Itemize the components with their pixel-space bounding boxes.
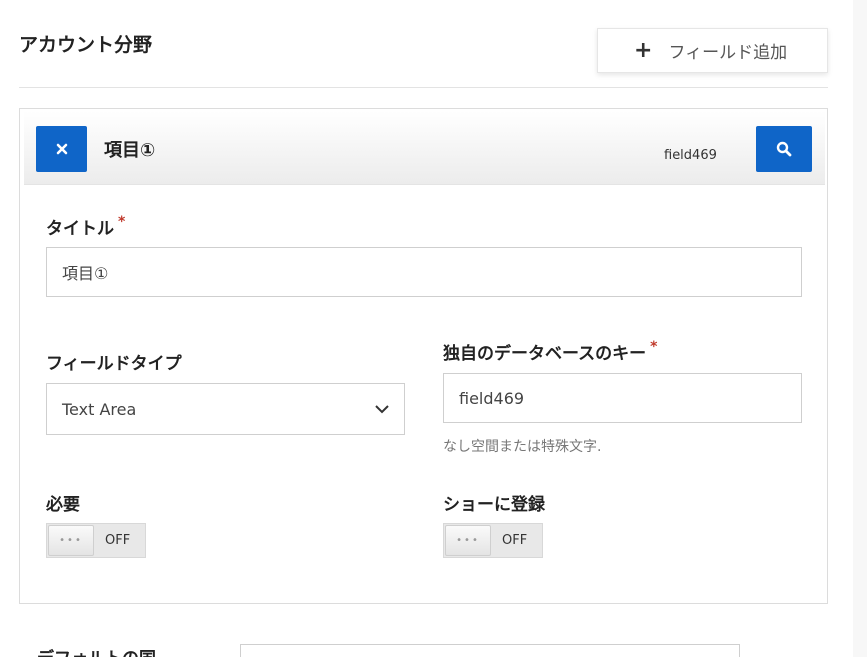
add-field-label: フィールド追加 xyxy=(668,43,788,63)
divider xyxy=(19,87,828,88)
toggle-knob: ••• xyxy=(48,525,94,556)
card-header: 項目① field469 xyxy=(24,111,825,185)
field-type-label: フィールドタイプ xyxy=(46,354,182,374)
show-register-state: OFF xyxy=(502,533,528,548)
chevron-down-icon xyxy=(375,404,389,413)
section-title: アカウント分野 xyxy=(19,34,153,56)
db-key-input[interactable] xyxy=(443,373,802,423)
title-input[interactable] xyxy=(46,247,802,297)
required-label: 必要 xyxy=(46,495,80,515)
db-key-label-text: 独自のデータベースのキー xyxy=(443,344,647,364)
grip-icon: ••• xyxy=(456,535,480,546)
scrollbar[interactable] xyxy=(853,0,867,657)
search-button[interactable] xyxy=(756,126,812,172)
title-label: タイトル * xyxy=(46,214,125,239)
required-state: OFF xyxy=(105,533,131,548)
close-icon xyxy=(56,143,67,155)
db-key-label: 独自のデータベースのキー * xyxy=(443,339,657,364)
field-key-label: field469 xyxy=(664,148,717,163)
show-register-toggle[interactable]: ••• OFF xyxy=(443,523,543,558)
remove-field-button[interactable] xyxy=(36,126,87,172)
required-mark: * xyxy=(650,339,658,355)
search-icon xyxy=(776,141,792,157)
required-toggle[interactable]: ••• OFF xyxy=(46,523,146,558)
db-key-hint: なし空間または特殊文字. xyxy=(443,439,602,455)
default-country-label: デフォルトの国 xyxy=(37,644,156,657)
card-title: 項目① xyxy=(104,140,156,161)
field-type-value: Text Area xyxy=(62,399,137,419)
plus-icon: + xyxy=(634,37,653,63)
toggle-knob: ••• xyxy=(445,525,491,556)
add-field-button[interactable]: + フィールド追加 xyxy=(597,28,828,73)
field-card: 項目① field469 タイトル* フィールドタイプ Text Area 独自… xyxy=(19,108,828,604)
grip-icon: ••• xyxy=(59,535,83,546)
default-country-input[interactable] xyxy=(240,644,740,657)
required-mark: * xyxy=(118,214,126,230)
field-type-select[interactable]: Text Area xyxy=(46,383,405,435)
show-register-label: ショーに登録 xyxy=(443,495,545,515)
title-label-text: タイトル xyxy=(46,219,114,239)
